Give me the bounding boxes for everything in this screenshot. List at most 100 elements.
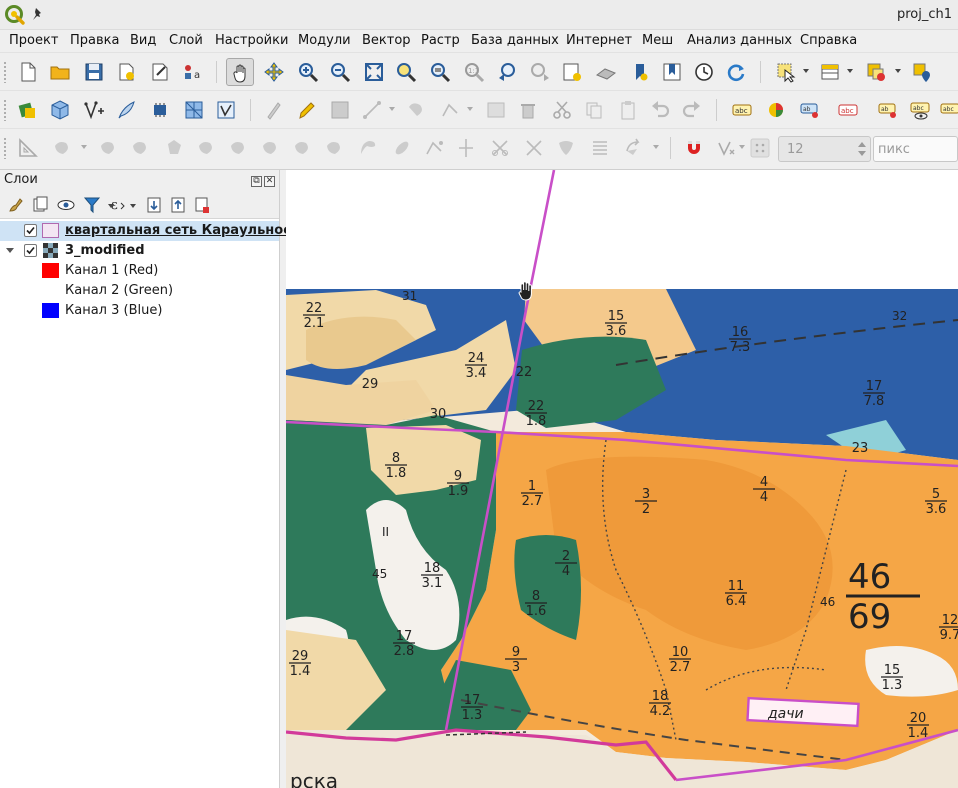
new-virtual-layer-button[interactable]: [146, 96, 174, 124]
trim-extend-button[interactable]: [320, 134, 348, 162]
pin-labels-button[interactable]: ab: [874, 96, 902, 124]
split-features-button[interactable]: [452, 134, 480, 162]
merge-attributes-button[interactable]: [552, 134, 580, 162]
digitize-polygon-button[interactable]: [402, 96, 430, 124]
menu-database[interactable]: База данных: [471, 33, 559, 48]
redo-button[interactable]: [678, 96, 706, 124]
merge-features-button[interactable]: [520, 134, 548, 162]
menu-processing[interactable]: Анализ данных: [687, 33, 792, 48]
deselect-features-button[interactable]: [862, 58, 890, 86]
snapping-toggle-button[interactable]: [680, 134, 708, 162]
chevron-down-icon[interactable]: [738, 143, 746, 151]
diagram-options-button[interactable]: [762, 96, 790, 124]
zoom-native-button[interactable]: 1:1: [460, 58, 488, 86]
menu-plugins[interactable]: Модули: [298, 33, 351, 48]
add-ring-button[interactable]: [48, 134, 76, 162]
add-group-icon[interactable]: [30, 195, 50, 215]
reshape-features-button[interactable]: [224, 134, 252, 162]
identify-features-button[interactable]: [908, 58, 936, 86]
chevron-down-icon[interactable]: [802, 67, 810, 75]
chevron-down-icon[interactable]: [652, 143, 660, 151]
remove-layer-icon[interactable]: [192, 195, 212, 215]
pin-icon[interactable]: [30, 6, 46, 22]
eye-icon[interactable]: [56, 195, 76, 215]
menu-settings[interactable]: Настройки: [215, 33, 288, 48]
undo-button[interactable]: [646, 96, 674, 124]
delete-part-button[interactable]: [192, 134, 220, 162]
digitize-line-button[interactable]: [358, 96, 386, 124]
menu-mesh[interactable]: Меш: [642, 33, 673, 48]
style-manager-button[interactable]: a: [178, 58, 206, 86]
show-bookmarks-button[interactable]: [658, 58, 686, 86]
new-temporary-layer-button[interactable]: [112, 96, 140, 124]
offset-curve-button[interactable]: [256, 134, 284, 162]
band-item-blue[interactable]: Канал 3 (Blue): [0, 301, 279, 321]
chevron-down-icon[interactable]: [466, 105, 474, 113]
menu-project[interactable]: Проект: [9, 33, 58, 48]
menu-help[interactable]: Справка: [800, 33, 857, 48]
rotate-point-symbols-button[interactable]: [388, 134, 416, 162]
split-parts-button[interactable]: [486, 134, 514, 162]
zoom-to-layer-button[interactable]: [426, 58, 454, 86]
menu-raster[interactable]: Растр: [421, 33, 460, 48]
save-project-button[interactable]: [80, 58, 108, 86]
copy-features-button[interactable]: [580, 96, 608, 124]
new-mesh-layer-button[interactable]: [180, 96, 208, 124]
polygon-symbol-swatch[interactable]: [42, 223, 59, 238]
refresh-button[interactable]: [722, 58, 750, 86]
expand-all-icon[interactable]: [144, 195, 164, 215]
chevron-down-icon[interactable]: [388, 105, 396, 113]
paste-features-button[interactable]: [614, 96, 642, 124]
close-panel-button[interactable]: ✕: [264, 176, 275, 187]
move-label-button[interactable]: abc: [936, 96, 958, 124]
menu-view[interactable]: Вид: [130, 33, 156, 48]
zoom-last-button[interactable]: [494, 58, 522, 86]
show-hide-labels-button[interactable]: abc: [906, 96, 934, 124]
toolbar-grip[interactable]: [3, 61, 7, 83]
chevron-down-icon[interactable]: [894, 67, 902, 75]
expand-arrow-icon[interactable]: [6, 248, 14, 253]
rotate-features-button[interactable]: [586, 134, 614, 162]
delete-selected-button[interactable]: [514, 96, 542, 124]
collapse-all-icon[interactable]: [168, 195, 188, 215]
pan-to-selection-button[interactable]: [260, 58, 288, 86]
new-shapefile-layer-button[interactable]: [80, 96, 108, 124]
offset-point-symbols-button[interactable]: [420, 134, 448, 162]
new-bookmark-button[interactable]: [626, 58, 654, 86]
snapping-tolerance-spinbox[interactable]: 12: [778, 136, 871, 162]
band-item-red[interactable]: Канал 1 (Red): [0, 261, 279, 281]
delete-ring-button[interactable]: [160, 134, 188, 162]
layer-visibility-checkbox[interactable]: [24, 224, 37, 237]
scale-features-button[interactable]: [620, 134, 648, 162]
modify-attributes-button[interactable]: [482, 96, 510, 124]
reverse-line-button[interactable]: [288, 134, 316, 162]
menu-web[interactable]: Интернет: [566, 33, 632, 48]
pan-map-button[interactable]: [226, 58, 254, 86]
menu-vector[interactable]: Вектор: [362, 33, 411, 48]
open-project-button[interactable]: [46, 58, 74, 86]
layout-manager-button[interactable]: [146, 58, 174, 86]
advanced-digitizing-button[interactable]: [14, 134, 42, 162]
layer-visibility-checkbox[interactable]: [24, 244, 37, 257]
layer-labeling-button[interactable]: abc: [728, 96, 756, 124]
toolbar-grip[interactable]: [3, 99, 7, 121]
new-geopackage-layer-button[interactable]: [46, 96, 74, 124]
toolbar-grip[interactable]: [3, 137, 7, 159]
snapping-unit-select[interactable]: пикс: [873, 136, 958, 162]
layer-item-kvartalnaya-set[interactable]: квартальная сеть Караульное: [0, 221, 292, 241]
fill-ring-button[interactable]: [126, 134, 154, 162]
show-unplaced-labels-button[interactable]: abc: [834, 96, 862, 124]
temporal-controller-button[interactable]: [690, 58, 718, 86]
vertex-tool-button[interactable]: [436, 96, 464, 124]
vertex-snapping-button[interactable]: [712, 134, 740, 162]
map-canvas[interactable]: дачи 46 69 31 32 46 45 II рска 22 2.1 15 3.…: [286, 170, 958, 788]
snap-tolerance-units-button[interactable]: [746, 134, 774, 162]
menu-layer[interactable]: Слой: [169, 33, 203, 48]
menu-edit[interactable]: Правка: [70, 33, 119, 48]
paintbrush-icon[interactable]: [6, 195, 26, 215]
zoom-out-button[interactable]: [326, 58, 354, 86]
chevron-down-icon[interactable]: [80, 143, 88, 151]
new-map-view-button[interactable]: [558, 58, 586, 86]
new-print-layout-button[interactable]: [112, 58, 140, 86]
filter-icon[interactable]: [82, 195, 102, 215]
